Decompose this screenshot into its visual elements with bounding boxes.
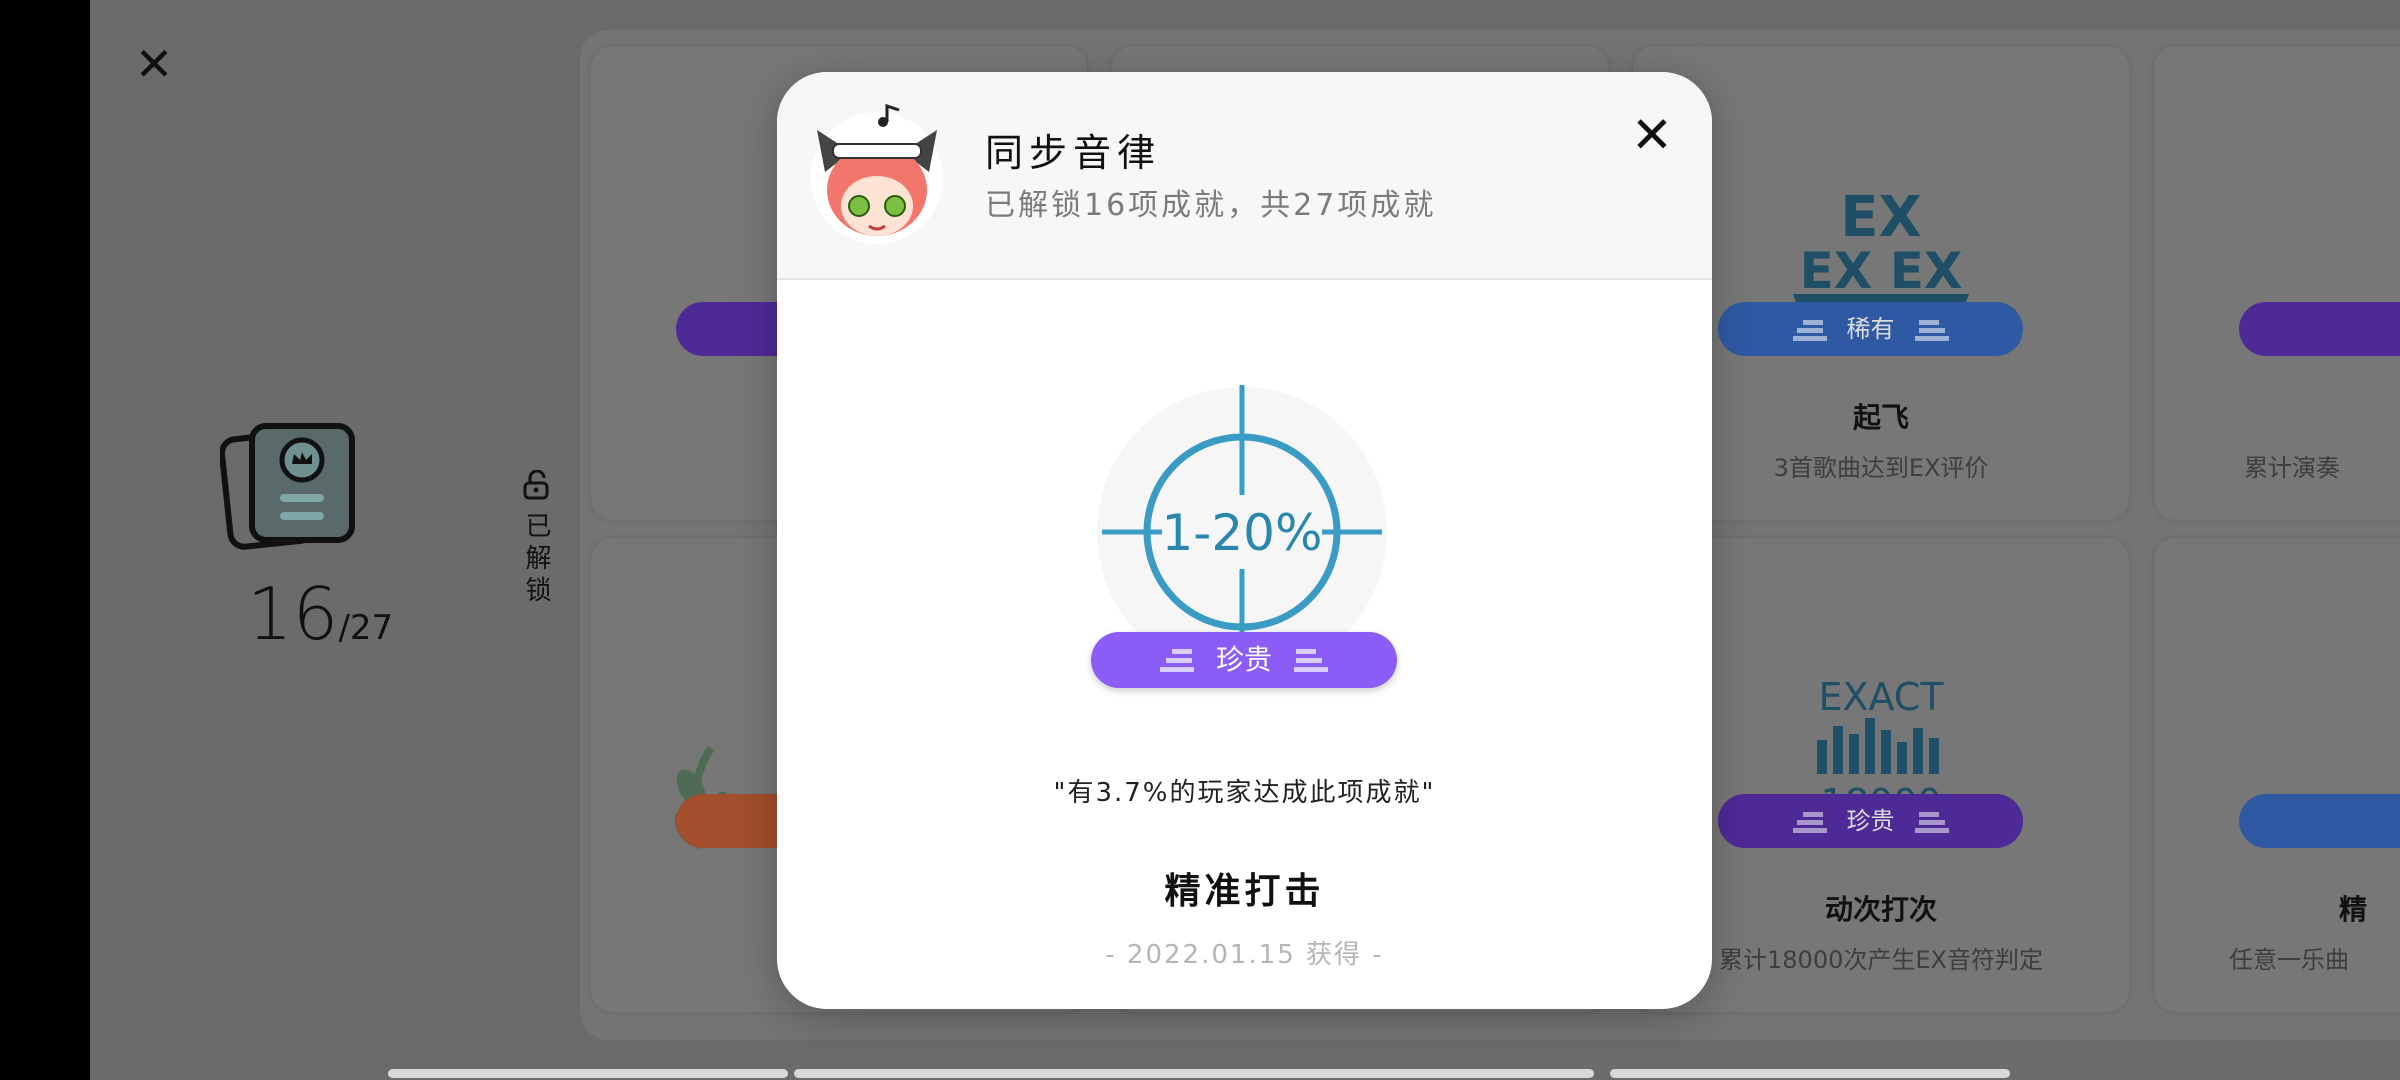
- svg-text:EX: EX: [1840, 185, 1921, 250]
- stripes-icon: [1914, 320, 1949, 341]
- rarity-label: 珍贵: [1846, 807, 1895, 835]
- modal-title: 同步音律: [985, 131, 1162, 175]
- rarity-label: 稀有: [1846, 315, 1895, 343]
- avatar: [811, 103, 943, 244]
- rarity-label: 珍贵: [1215, 643, 1272, 676]
- unlock-progress-text: 已解锁16项成就，共27项成就: [985, 188, 1437, 223]
- rarity-tag: [2239, 794, 2400, 848]
- rarity-tag: 珍贵: [1718, 794, 2023, 848]
- stripes-icon: [1294, 649, 1328, 672]
- achievement-desc: 累计演奏: [2244, 454, 2340, 482]
- achievement-book-icon: [220, 423, 355, 550]
- unlocked-number: 16: [246, 572, 339, 656]
- stripes-icon: [1914, 812, 1949, 833]
- unlock-icon: [523, 469, 549, 500]
- achievement-name: 精准打击: [1164, 871, 1325, 912]
- svg-text:EX EX: EX EX: [1800, 242, 1963, 300]
- close-icon[interactable]: ✕: [1629, 110, 1675, 160]
- achievement-desc: 任意一乐曲: [2229, 946, 2349, 974]
- total-number: /27: [338, 608, 394, 648]
- unlocked-count: 16/27: [220, 572, 420, 656]
- unlocked-filter[interactable]: 已解锁: [518, 469, 554, 612]
- scroll-indicator[interactable]: [1610, 1069, 2010, 1078]
- achievement-card[interactable]: 累计演奏: [2154, 46, 2400, 520]
- stripes-icon: [1792, 320, 1827, 341]
- achievement-card[interactable]: 精 任意一乐曲: [2154, 538, 2400, 1012]
- stripes-icon: [1159, 649, 1194, 672]
- rarity-tag: 稀有: [1718, 302, 2023, 356]
- scroll-indicator[interactable]: [388, 1069, 788, 1078]
- svg-text:EXACT: EXACT: [1818, 675, 1944, 719]
- achievement-title: 精: [2339, 893, 2368, 926]
- achievement-detail-modal: 同步音律 已解锁16项成就，共27项成就 ✕ 1-20% 珍贵 "有3.7%的玩…: [777, 72, 1712, 1009]
- modal-header: 同步音律 已解锁16项成就，共27项成就 ✕: [777, 72, 1712, 280]
- scroll-indicator[interactable]: [794, 1069, 1594, 1078]
- achievement-summary: 16/27: [220, 420, 420, 660]
- stripes-icon: [1792, 812, 1827, 833]
- unlocked-filter-label: 已解锁: [521, 512, 551, 608]
- player-percentage-quote: "有3.7%的玩家达成此项成就": [1053, 778, 1436, 808]
- close-icon[interactable]: ✕: [134, 41, 174, 87]
- rarity-tag: [2239, 302, 2400, 356]
- badge-text: 1-20%: [1162, 504, 1323, 562]
- rarity-badge: 珍贵: [1091, 632, 1397, 688]
- achievement-date: - 2022.01.15 获得 -: [1105, 940, 1384, 970]
